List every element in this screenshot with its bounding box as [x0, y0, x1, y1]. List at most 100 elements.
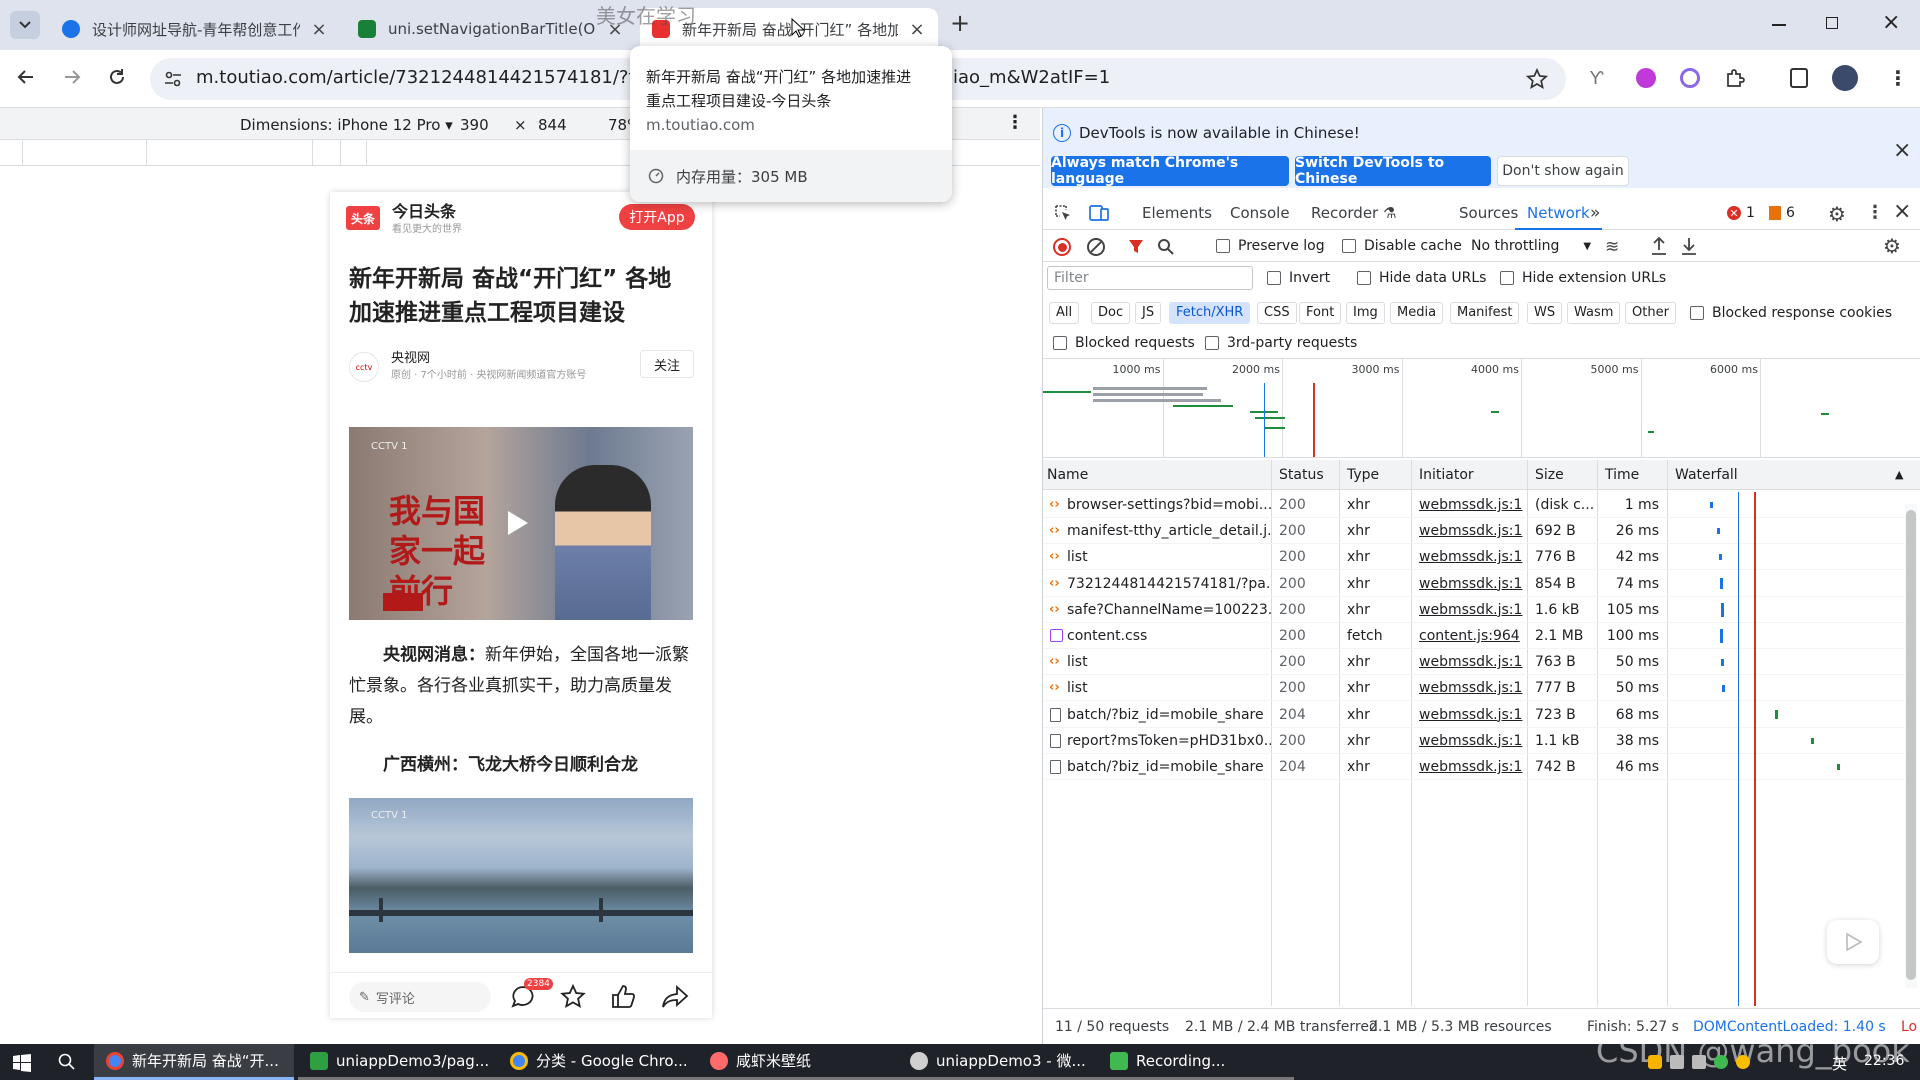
col-size[interactable]: Size [1535, 467, 1564, 483]
type-filter-wasm[interactable]: Wasm [1567, 302, 1621, 324]
request-row[interactable]: 7321244814421574181/?pa... 200 xhr webmssdk… [1043, 571, 1905, 597]
throttling-select[interactable]: No throttling ▼ [1471, 238, 1591, 254]
devtools-menu-icon[interactable]: ⋮ [1866, 202, 1884, 223]
cell-initiator[interactable]: webmssdk.js:1 [1419, 707, 1525, 723]
comment-input[interactable]: ✎ 写评论 [349, 982, 491, 1012]
request-row[interactable]: browser-settings?bid=mobi... 200 xhr webmss… [1043, 492, 1905, 518]
hide-extension-urls-checkbox[interactable]: Hide extension URLs [1500, 270, 1666, 286]
author-avatar[interactable]: cctv [349, 352, 379, 382]
windows-start-icon[interactable] [13, 1054, 31, 1072]
request-row[interactable]: safe?ChannelName=100223... 200 xhr webmssdk… [1043, 597, 1905, 623]
tray-icons[interactable] [1648, 1055, 1768, 1069]
floating-play-button[interactable] [1827, 920, 1879, 964]
type-filter-js[interactable]: JS [1135, 302, 1162, 324]
dont-show-again-button[interactable]: Don't show again [1497, 156, 1629, 186]
menu-kebab-icon[interactable]: ⋮ [1888, 66, 1908, 90]
type-filter-media[interactable]: Media [1390, 302, 1444, 324]
request-row[interactable]: report?msToken=pHD31bx0... 200 xhr webmssdk… [1043, 728, 1905, 754]
ime-indicator[interactable]: 英 [1832, 1053, 1847, 1074]
record-icon[interactable] [1053, 238, 1071, 256]
restore-icon[interactable] [1826, 17, 1838, 29]
type-filter-all[interactable]: All [1049, 302, 1080, 324]
cell-initiator[interactable]: webmssdk.js:1 [1419, 602, 1525, 618]
request-row[interactable]: manifest-tthy_article_detail.j... 200 xhr w… [1043, 518, 1905, 545]
col-time[interactable]: Time [1605, 467, 1639, 483]
invert-checkbox[interactable]: Invert [1267, 270, 1330, 286]
type-filter-other[interactable]: Other [1625, 302, 1676, 324]
request-row[interactable]: list 200 xhr webmssdk.js:1 763 B 50 ms ‹› [1043, 649, 1905, 676]
type-filter-fetch-xhr[interactable]: Fetch/XHR [1169, 302, 1251, 324]
third-party-requests-checkbox[interactable]: 3rd-party requests [1205, 335, 1357, 351]
request-row[interactable]: batch/?biz_id=mobile_share 204 xhr webmssdk… [1043, 754, 1905, 780]
tab-recorder[interactable]: Recorder ⚗ [1311, 196, 1396, 230]
blocked-response-cookies-checkbox[interactable]: Blocked response cookies [1690, 305, 1892, 321]
url-text-tail[interactable]: iao_m&W2atIF=1 [953, 67, 1110, 88]
search-icon[interactable] [58, 1053, 76, 1071]
device-width-input[interactable]: 390 [460, 116, 489, 134]
hide-data-urls-checkbox[interactable]: Hide data URLs [1357, 270, 1486, 286]
cell-initiator[interactable]: webmssdk.js:1 [1419, 680, 1525, 696]
device-height-input[interactable]: 844 [538, 116, 567, 134]
share-icon[interactable] [661, 984, 689, 1010]
type-filter-css[interactable]: CSS [1257, 302, 1297, 324]
clock[interactable]: 22:36 [1864, 1053, 1904, 1069]
cell-initiator[interactable]: webmssdk.js:1 [1419, 733, 1525, 749]
extension-icon-2[interactable] [1636, 68, 1656, 88]
side-panel-icon[interactable] [1790, 68, 1808, 88]
url-text[interactable]: m.toutiao.com/article/732124481442157418… [196, 67, 670, 88]
tab-console[interactable]: Console [1230, 196, 1290, 230]
close-window-icon[interactable]: × [1882, 10, 1900, 35]
request-row[interactable]: list 200 xhr webmssdk.js:1 777 B 50 ms ‹› [1043, 675, 1905, 702]
taskbar-item-chrome[interactable]: 分类 - Google Chro... [498, 1044, 698, 1080]
author-name[interactable]: 央视网 [391, 347, 430, 366]
extension-icon-3[interactable] [1680, 68, 1700, 88]
type-filter-img[interactable]: Img [1346, 302, 1385, 324]
browser-tab-1[interactable]: 设计师网址导航-青年帮创意工作 × [50, 8, 340, 50]
col-status[interactable]: Status [1279, 467, 1324, 483]
open-app-button[interactable]: 打开App [619, 204, 695, 230]
reload-icon[interactable] [107, 67, 127, 87]
tab-search-icon[interactable] [10, 11, 40, 39]
export-har-icon[interactable] [1680, 236, 1698, 256]
cell-initiator[interactable]: webmssdk.js:1 [1419, 497, 1525, 513]
type-filter-doc[interactable]: Doc [1091, 302, 1131, 324]
preserve-log-checkbox[interactable]: Preserve log [1216, 238, 1325, 254]
blocked-requests-checkbox[interactable]: Blocked requests [1053, 335, 1195, 351]
tab-sources[interactable]: Sources [1459, 196, 1518, 230]
device-dimensions-select[interactable]: Dimensions: iPhone 12 Pro ▾ [240, 116, 453, 134]
col-name[interactable]: Name [1047, 467, 1088, 483]
taskbar-item-wechat-devtools[interactable]: uniappDemo3 - 微... [898, 1044, 1098, 1080]
browser-tab-2[interactable]: uni.setNavigationBarTitle(OBJE × [346, 8, 636, 50]
play-icon[interactable] [506, 509, 530, 537]
minimize-icon[interactable] [1772, 24, 1786, 26]
cell-initiator[interactable]: webmssdk.js:1 [1419, 654, 1525, 670]
type-filter-ws[interactable]: WS [1527, 302, 1563, 324]
video-player[interactable]: CCTV 1 我与国家一起前行 [349, 427, 693, 620]
switch-devtools-chinese-button[interactable]: Switch DevTools to Chinese [1295, 155, 1491, 187]
cell-initiator[interactable]: webmssdk.js:1 [1419, 523, 1525, 539]
close-devtools-icon[interactable]: × [1893, 199, 1911, 224]
vertical-scrollbar[interactable] [1905, 504, 1917, 988]
col-type[interactable]: Type [1347, 467, 1379, 483]
cell-initiator[interactable]: webmssdk.js:1 [1419, 576, 1525, 592]
profile-avatar[interactable] [1832, 65, 1858, 91]
like-icon[interactable] [610, 984, 636, 1010]
new-tab-button[interactable]: + [950, 9, 970, 37]
inspect-element-icon[interactable] [1054, 204, 1072, 222]
settings-gear-icon[interactable]: ⚙ [1828, 202, 1846, 226]
cell-initiator[interactable]: webmssdk.js:1 [1419, 759, 1525, 775]
cell-initiator[interactable]: content.js:964 [1419, 628, 1525, 644]
follow-button[interactable]: 关注 [640, 350, 694, 378]
network-conditions-icon[interactable]: ≋ [1605, 237, 1619, 257]
site-info-icon[interactable] [164, 70, 182, 88]
close-infobar-icon[interactable]: × [1893, 138, 1911, 163]
forward-icon[interactable] [62, 67, 82, 87]
close-tab-icon[interactable]: × [310, 19, 328, 40]
network-settings-icon[interactable]: ⚙ [1883, 234, 1901, 258]
taskbar-item-wallpaper[interactable]: 咸虾米壁纸 [698, 1044, 898, 1080]
favorite-star-icon[interactable] [560, 984, 586, 1010]
taskbar-item-chrome-active[interactable]: 新年开新局 奋战“开... [94, 1044, 294, 1080]
bookmark-star-icon[interactable] [1526, 68, 1548, 90]
extensions-puzzle-icon[interactable] [1724, 67, 1746, 89]
filter-input[interactable]: Filter [1047, 266, 1253, 290]
